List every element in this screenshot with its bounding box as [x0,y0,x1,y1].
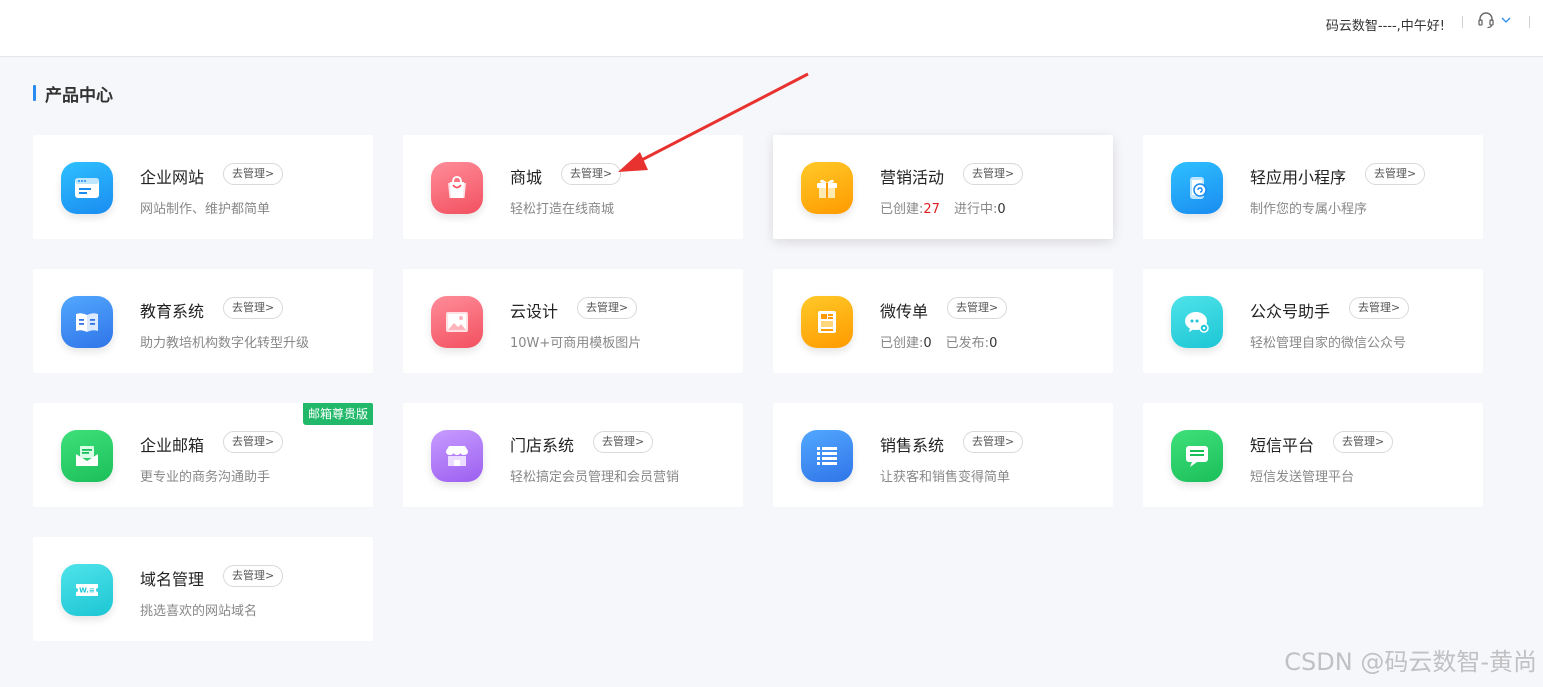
product-desc: 让获客和销售变得简单 [880,470,1011,485]
manage-button[interactable]: 去管理> [223,163,284,185]
manage-button[interactable]: 去管理> [963,431,1024,453]
product-desc: 短信发送管理平台 [1250,470,1355,485]
product-name: 商城 [510,168,543,187]
store-icon [431,430,483,482]
product-stats: 已创建:0 已发布:0 [880,332,997,351]
divider [1529,16,1530,28]
stat-value: 0 [923,336,932,351]
product-desc: 挑选喜欢的网站域名 [140,604,258,619]
shopping-bag-icon [431,162,483,214]
manage-button[interactable]: 去管理> [593,431,654,453]
product-card-education[interactable]: 教育系统 去管理> 助力教培机构数字化转型升级 [33,269,373,373]
manage-button[interactable]: 去管理> [1365,163,1426,185]
product-card-wechat[interactable]: 公众号助手 去管理> 轻松管理自家的微信公众号 [1143,269,1483,373]
section-title-bar [33,85,36,101]
top-bar: 码云数智----,中午好! [0,0,1543,57]
manage-button[interactable]: 去管理> [1333,431,1394,453]
section-title-text: 产品中心 [45,85,113,106]
website-icon [61,162,113,214]
mini-program-icon [1171,162,1223,214]
product-desc: 助力教培机构数字化转型升级 [140,336,310,351]
product-desc: 轻松搞定会员管理和会员营销 [510,470,680,485]
product-name: 微传单 [880,302,929,321]
stat-value: 0 [997,202,1006,217]
manage-button[interactable]: 去管理> [223,565,284,587]
product-name: 企业网站 [140,168,205,187]
chevron-down-icon[interactable] [1500,14,1512,26]
product-desc: 网站制作、维护都简单 [140,202,271,217]
product-card-marketing[interactable]: 营销活动 去管理> 已创建:27 进行中:0 [773,135,1113,239]
stat-label: 已创建: [880,336,924,351]
product-desc: 轻松打造在线商城 [510,202,615,217]
product-name: 短信平台 [1250,436,1315,455]
domain-icon: W.≡ [61,564,113,616]
product-card-email[interactable]: 企业邮箱 去管理> 更专业的商务沟通助手 邮箱尊贵版 [33,403,373,507]
product-stats: 已创建:27 进行中:0 [880,198,1006,217]
product-card-mini-program[interactable]: 轻应用小程序 去管理> 制作您的专属小程序 [1143,135,1483,239]
product-desc: 更专业的商务沟通助手 [140,470,271,485]
stat-value: 27 [923,202,940,217]
product-name: 域名管理 [140,570,205,589]
product-card-cloud-design[interactable]: 云设计 去管理> 10W+可商用模板图片 [403,269,743,373]
book-icon [61,296,113,348]
list-icon [801,430,853,482]
section-title: 产品中心 [33,82,113,106]
product-card-sms[interactable]: 短信平台 去管理> 短信发送管理平台 [1143,403,1483,507]
product-name: 教育系统 [140,302,205,321]
product-name: 营销活动 [880,168,945,187]
mail-icon [61,430,113,482]
product-desc: 10W+可商用模板图片 [510,336,642,351]
product-name: 企业邮箱 [140,436,205,455]
product-name: 公众号助手 [1250,302,1331,321]
annotation-arrow [618,72,809,172]
svg-text:W.≡: W.≡ [79,587,95,595]
divider [1462,16,1463,28]
stat-label: 进行中: [953,202,998,217]
watermark: CSDN @码云数智-黄尚 [1284,648,1537,676]
product-name: 轻应用小程序 [1250,168,1347,187]
product-name: 门店系统 [510,436,575,455]
manage-button[interactable]: 去管理> [963,163,1024,185]
headset-icon[interactable] [1477,11,1495,29]
product-card-flyer[interactable]: 微传单 去管理> 已创建:0 已发布:0 [773,269,1113,373]
manage-button[interactable]: 去管理> [223,431,284,453]
flyer-icon [801,296,853,348]
product-card-store[interactable]: 门店系统 去管理> 轻松搞定会员管理和会员营销 [403,403,743,507]
product-desc: 制作您的专属小程序 [1250,202,1368,217]
sms-icon [1171,430,1223,482]
product-name: 销售系统 [880,436,945,455]
manage-button[interactable]: 去管理> [1349,297,1410,319]
wechat-icon [1171,296,1223,348]
manage-button[interactable]: 去管理> [947,297,1008,319]
stat-label: 已创建: [880,202,924,217]
product-desc: 轻松管理自家的微信公众号 [1250,336,1407,351]
greeting-text: 码云数智----,中午好! [1325,19,1445,34]
manage-button[interactable]: 去管理> [577,297,638,319]
product-card-sales[interactable]: 销售系统 去管理> 让获客和销售变得简单 [773,403,1113,507]
manage-button[interactable]: 去管理> [223,297,284,319]
stat-label: 已发布: [945,336,990,351]
product-card-domain[interactable]: W.≡ 域名管理 去管理> 挑选喜欢的网站域名 [33,537,373,641]
premium-badge: 邮箱尊贵版 [302,403,373,425]
image-icon [431,296,483,348]
stat-value: 0 [989,336,998,351]
product-card-website[interactable]: 企业网站 去管理> 网站制作、维护都简单 [33,135,373,239]
product-name: 云设计 [510,302,559,321]
